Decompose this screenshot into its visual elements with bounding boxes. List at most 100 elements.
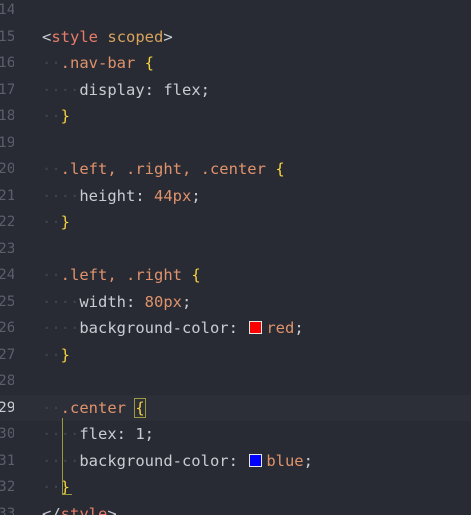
- indent-whitespace: ··: [42, 54, 61, 72]
- semicolon: ;: [303, 451, 313, 470]
- code-text: ··.left, .right, .center {: [42, 156, 285, 183]
- open-brace: {: [144, 54, 155, 72]
- css-property: background-color: [79, 319, 229, 337]
- css-value: flex: [163, 80, 201, 99]
- code-text: ··.center {: [42, 395, 146, 422]
- code-line[interactable]: 27 ··}: [0, 342, 471, 369]
- bracket-scope-guide-end: [62, 494, 72, 495]
- code-line[interactable]: 19: [0, 130, 471, 157]
- line-number: 20: [0, 161, 14, 177]
- code-text: ··}: [42, 474, 70, 501]
- line-number: 33: [0, 505, 14, 515]
- code-line[interactable]: 21 ····height: 44px;: [0, 183, 471, 210]
- semicolon: ;: [294, 319, 304, 337]
- code-editor[interactable]: 14 15 <style scoped> 16 ··.nav-bar {17 ····di…: [0, 0, 471, 515]
- code-line[interactable]: 16 ··.nav-bar {: [0, 50, 471, 77]
- code-line[interactable]: 17 ····display: flex;: [0, 77, 471, 104]
- code-line[interactable]: 26 ····background-color: red;: [0, 315, 471, 342]
- line-number: 25: [0, 293, 14, 310]
- code-line[interactable]: 22 ··}: [0, 209, 471, 236]
- code-line[interactable]: 25 ····width: 80px;: [0, 289, 471, 316]
- code-line[interactable]: 18 ··}: [0, 103, 471, 130]
- colon: :: [144, 80, 164, 99]
- code-text: ····background-color: blue;: [42, 448, 313, 475]
- colon: :: [228, 451, 248, 470]
- code-text: ····background-color: red;: [42, 315, 304, 342]
- line-number: 32: [0, 479, 14, 495]
- code-line[interactable]: 33 </style>: [0, 501, 471, 515]
- indent-whitespace: ····: [42, 80, 80, 99]
- colon: :: [135, 186, 154, 205]
- indent-whitespace: ··: [42, 345, 61, 364]
- code-line[interactable]: 15 <style scoped>: [0, 24, 471, 51]
- indent-whitespace: ··: [42, 107, 61, 125]
- code-line[interactable]: 32 ··}: [0, 474, 471, 501]
- code-text: </style>: [42, 501, 117, 515]
- close-brace: }: [60, 107, 71, 125]
- code-line[interactable]: 29 ··.center {: [0, 395, 471, 422]
- line-number: 18: [0, 108, 14, 124]
- tag-open-bracket: <: [42, 27, 52, 46]
- tag-close-bracket: >: [163, 27, 173, 46]
- open-brace: {: [275, 160, 285, 178]
- line-number: 28: [0, 373, 14, 389]
- line-number: 22: [0, 214, 14, 230]
- indent-whitespace: ··: [42, 266, 61, 284]
- close-brace: }: [60, 213, 71, 231]
- css-property: display: [79, 80, 145, 99]
- code-text: ····display: flex;: [42, 77, 210, 104]
- line-number: 14: [0, 2, 14, 18]
- indent-whitespace: ····: [42, 319, 80, 337]
- colon: :: [116, 425, 136, 443]
- code-text: ··}: [42, 103, 70, 130]
- code-line[interactable]: 24 ··.left, .right {: [0, 262, 471, 289]
- tag-open-bracket: </: [42, 504, 61, 515]
- css-property: flex: [79, 425, 117, 443]
- semicolon: ;: [182, 292, 192, 311]
- css-selector: .left, .right: [60, 266, 182, 284]
- line-number: 16: [0, 55, 14, 71]
- css-value: blue: [266, 451, 304, 470]
- open-brace: {: [191, 266, 201, 284]
- code-line[interactable]: 14: [0, 0, 471, 24]
- colon: :: [228, 319, 248, 337]
- css-value: red: [266, 319, 295, 337]
- indent-whitespace: ··: [42, 160, 61, 178]
- code-text: ··}: [42, 209, 70, 236]
- css-selector: .left, .right, .center: [60, 160, 266, 178]
- code-text: ····height: 44px;: [42, 183, 201, 210]
- indent-whitespace: ····: [42, 186, 80, 205]
- color-swatch-icon[interactable]: [249, 453, 263, 467]
- code-line[interactable]: 31 ····background-color: blue;: [0, 448, 471, 475]
- css-value: 1: [135, 425, 145, 443]
- bracket-scope-guide: [62, 418, 63, 494]
- css-property: height: [79, 186, 136, 205]
- code-line[interactable]: 30 ····flex: 1;: [0, 421, 471, 448]
- code-text: ··.left, .right {: [42, 262, 201, 289]
- css-selector: .center: [60, 398, 126, 417]
- code-line[interactable]: 28: [0, 368, 471, 395]
- code-line[interactable]: 20 ··.left, .right, .center {: [0, 156, 471, 183]
- tag-name: style: [60, 504, 108, 515]
- tag-attribute: scoped: [107, 27, 164, 46]
- indent-whitespace: ··: [42, 398, 61, 417]
- code-text: ··}: [42, 342, 70, 369]
- colon: :: [126, 292, 145, 311]
- code-text: ····width: 80px;: [42, 289, 191, 316]
- line-number: 15: [0, 28, 14, 45]
- line-number: 29: [0, 399, 14, 416]
- line-number: 26: [0, 320, 14, 336]
- code-line[interactable]: 23: [0, 236, 471, 263]
- color-swatch-icon[interactable]: [249, 321, 263, 334]
- code-text: ··.nav-bar {: [42, 50, 154, 77]
- line-number: 17: [0, 81, 14, 98]
- indent-whitespace: ····: [42, 451, 80, 470]
- tag-close-bracket: >: [107, 504, 117, 515]
- css-value: 80px: [144, 292, 182, 311]
- line-number: 24: [0, 267, 14, 283]
- code-text: ····flex: 1;: [42, 421, 154, 448]
- css-property: background-color: [79, 451, 229, 470]
